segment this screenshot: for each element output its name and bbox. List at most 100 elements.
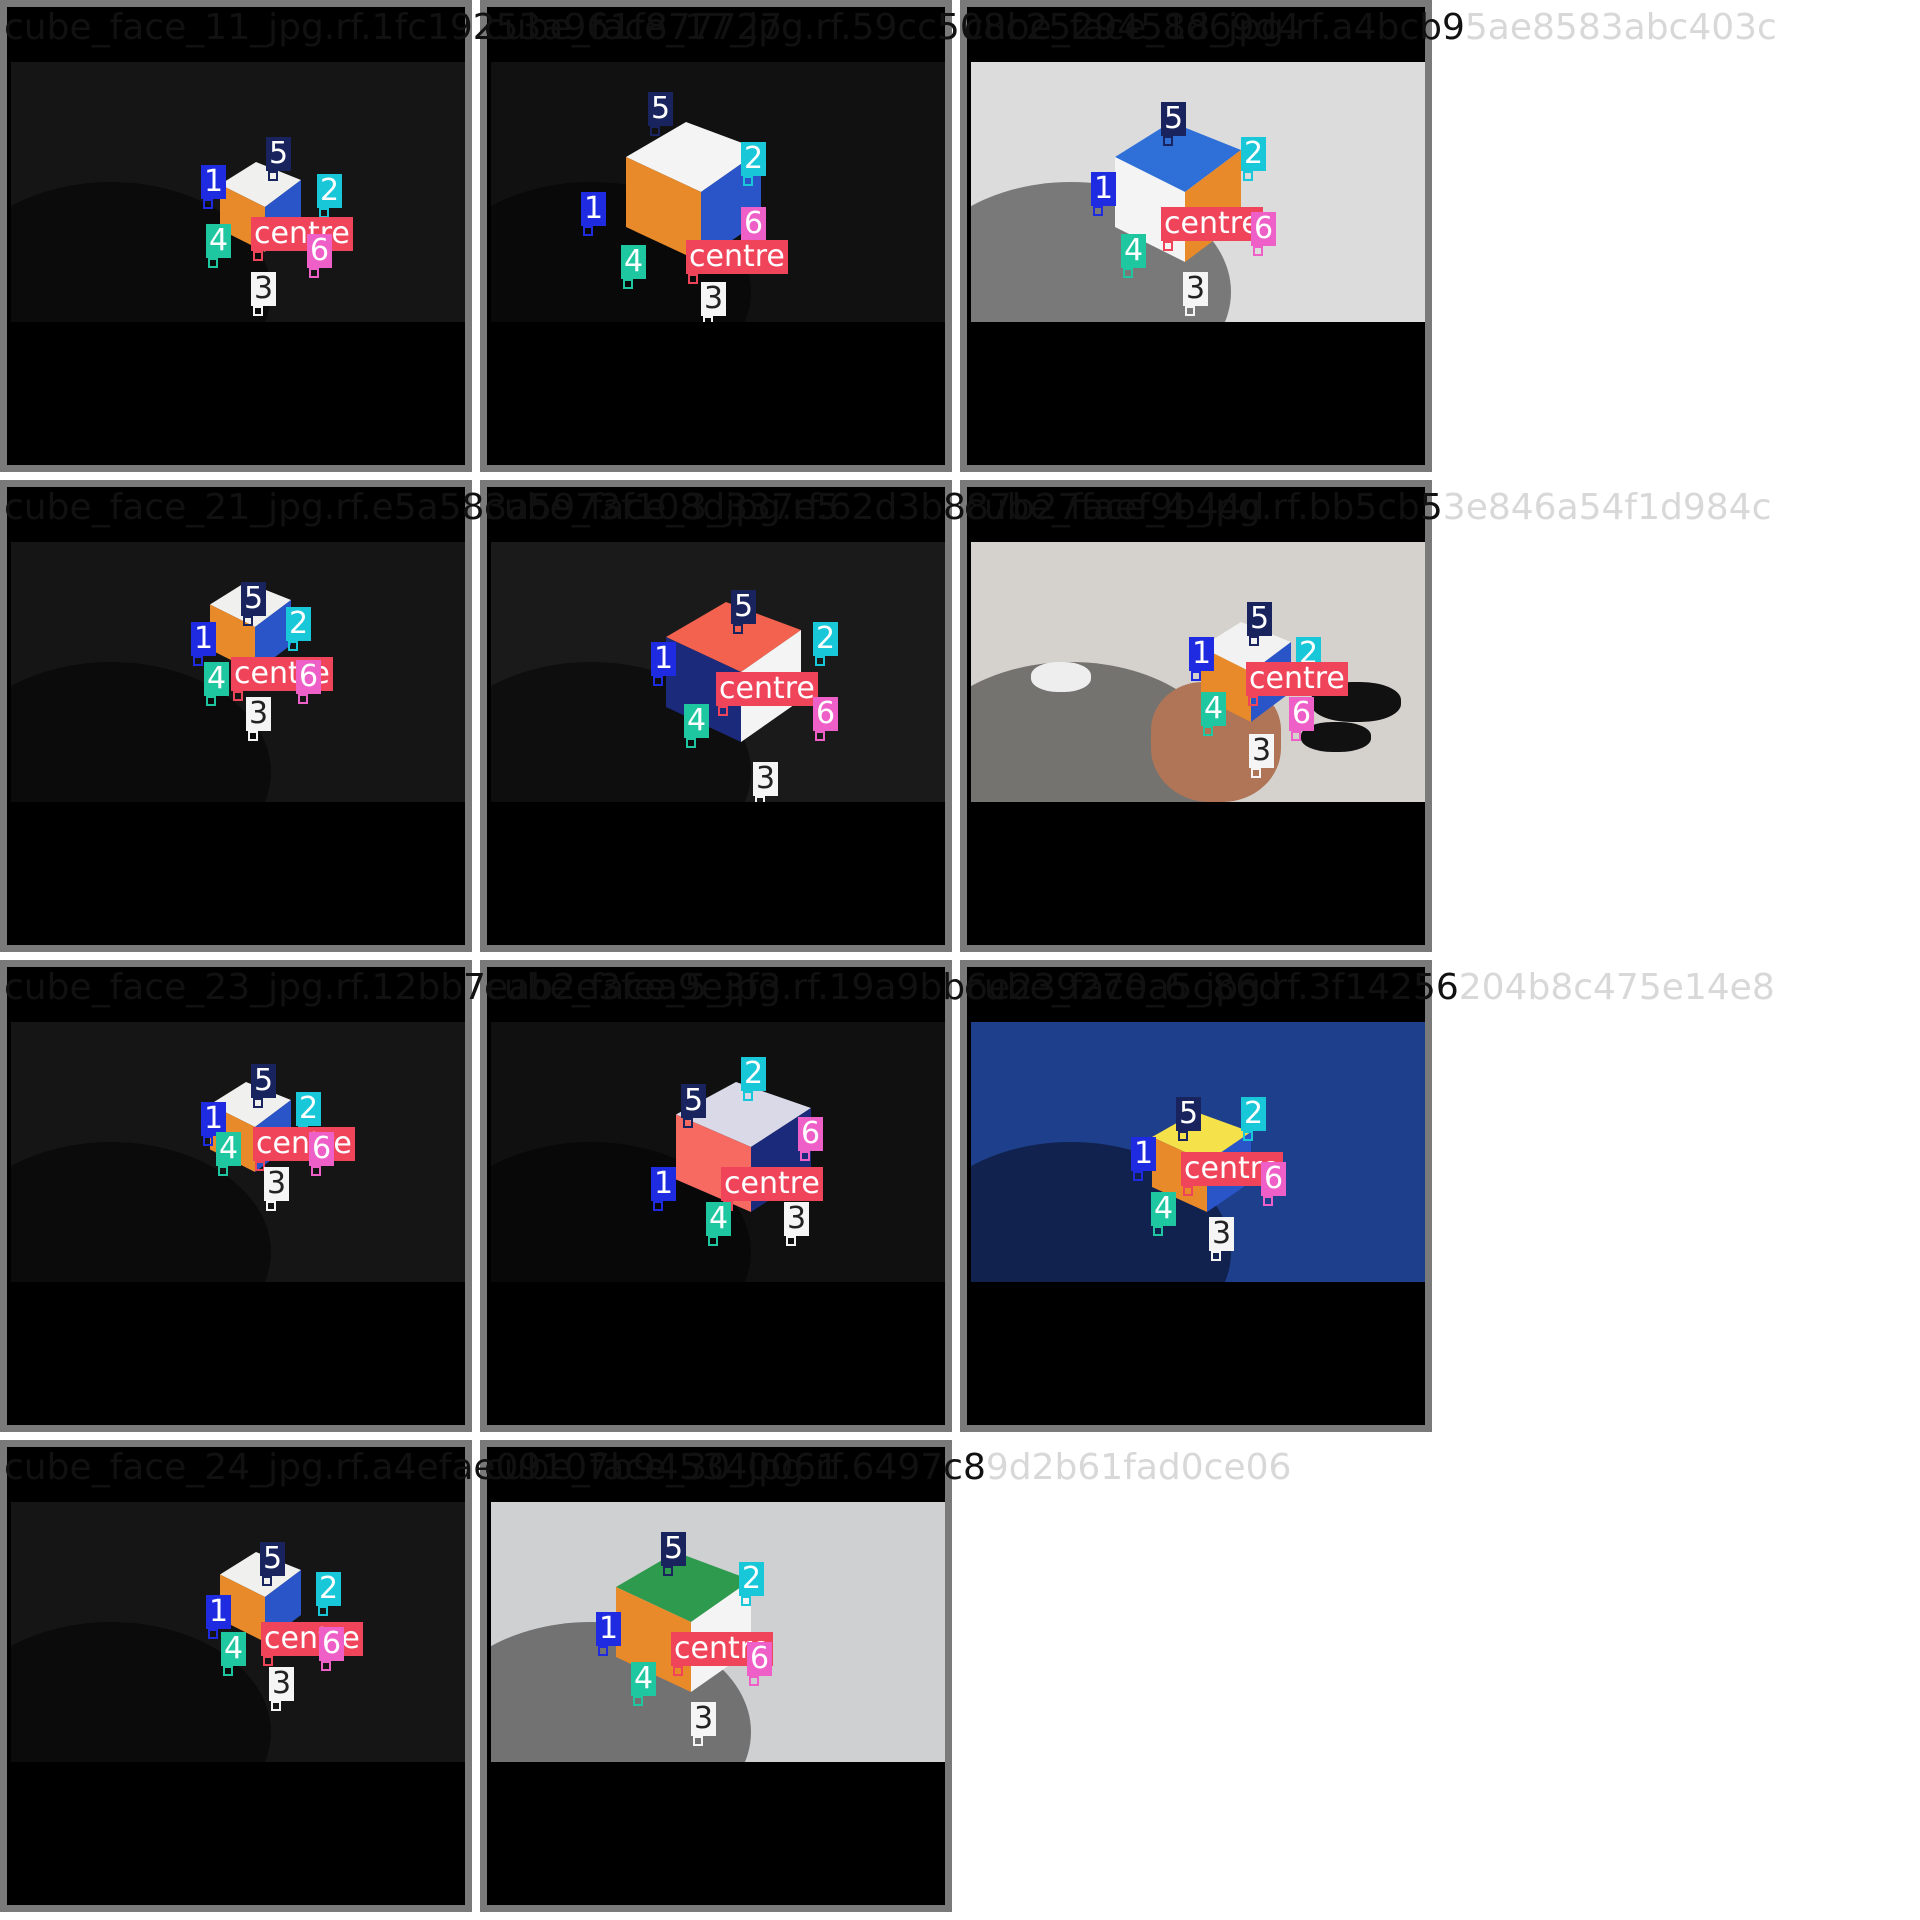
detection-label-two: 2	[316, 1572, 342, 1606]
detection-box	[800, 1151, 810, 1161]
detection-box	[1243, 1131, 1253, 1141]
detection-box	[743, 176, 753, 186]
detection-box	[208, 258, 218, 268]
image-tile: 5 2 1 centre 6 4 3 cube_face_30_jpg.rf.6497c89d…	[480, 1440, 1291, 1912]
detection-label-four: 4	[684, 704, 710, 738]
detection-label-six: 6	[296, 660, 322, 694]
detection-label-one: 1	[1189, 637, 1215, 671]
detection-label-three: 3	[784, 1202, 810, 1236]
detection-label-four: 4	[1151, 1192, 1177, 1226]
detection-box	[1263, 1196, 1273, 1206]
detection-box	[288, 641, 298, 651]
detection-label-centre: centre	[716, 672, 818, 706]
tile-frame: 5 2 1 centre 6 4 3	[487, 487, 945, 945]
letterbox-bar	[7, 322, 465, 465]
filename-overflow: 9d2b61fad0ce06	[985, 1447, 1292, 1488]
letterbox-bar	[487, 322, 945, 465]
detection-box	[683, 1118, 693, 1128]
detection-label-centre: centre	[1161, 207, 1263, 241]
detection-label-six: 6	[747, 1642, 773, 1676]
detection-box	[253, 251, 263, 261]
detection-box	[653, 1201, 663, 1211]
detection-label-centre: centre	[686, 240, 788, 274]
detection-box	[1183, 1186, 1193, 1196]
detection-label-six: 6	[813, 697, 839, 731]
tile-frame: 5 1 2 centre 4 6 3	[7, 7, 465, 465]
tile-frame: 2 5 6 1 centre 3 4	[487, 967, 945, 1425]
detection-box	[298, 694, 308, 704]
detection-label-two: 2	[741, 142, 767, 176]
detection-box	[633, 1696, 643, 1706]
detection-box	[663, 1566, 673, 1576]
detection-label-five: 5	[731, 590, 757, 624]
detection-label-four: 4	[1121, 234, 1147, 268]
image-tile: 5 1 2 centre 4 6 3 cube_face_4_jpg.rf.bb5cb53e8…	[960, 480, 1771, 952]
detection-label-two: 2	[286, 607, 312, 641]
detection-label-three: 3	[1249, 734, 1275, 768]
tile-frame: 5 2 1 centre 6 4 3	[967, 7, 1425, 465]
detection-box	[708, 1236, 718, 1246]
letterbox-bar	[967, 802, 1425, 945]
tile-frame: 5 1 2 centre 4 6 3	[967, 487, 1425, 945]
detection-label-two: 2	[296, 1092, 322, 1126]
detection-label-six: 6	[307, 234, 333, 268]
detection-label-three: 3	[251, 272, 277, 306]
cube-photo: 5 2 1 centre 6 4 3	[491, 542, 945, 802]
detection-box	[1163, 241, 1173, 251]
image-tile: 5 2 1 6 centre 4 3 cube_face_17_jpg.rf.59cc508c…	[480, 0, 1300, 472]
detection-label-five: 5	[681, 1084, 707, 1118]
detection-box	[686, 738, 696, 748]
detection-box	[1249, 636, 1259, 646]
detection-box	[653, 676, 663, 686]
detection-label-two: 2	[813, 622, 839, 656]
detection-label-three: 3	[1209, 1217, 1235, 1251]
detection-box	[311, 1166, 321, 1176]
detection-label-six: 6	[1251, 212, 1277, 246]
detection-label-two: 2	[739, 1562, 765, 1596]
detection-box	[815, 656, 825, 666]
tile-frame: 5 2 1 6 centre 4 3	[487, 7, 945, 465]
detection-box	[248, 731, 258, 741]
cube-photo: 5 2 1 centre 6 4 3	[971, 1022, 1425, 1282]
detection-box	[1253, 246, 1263, 256]
letterbox-bar	[487, 1282, 945, 1425]
tile-frame: 5 2 1 centre 6 4 3	[967, 967, 1425, 1425]
detection-box	[749, 1676, 759, 1686]
detection-label-five: 5	[241, 582, 267, 616]
detection-box	[1291, 731, 1301, 741]
detection-label-six: 6	[1289, 697, 1315, 731]
letterbox-bar	[967, 1282, 1425, 1425]
detection-box	[253, 306, 263, 316]
cube-photo: 5 2 1 centre 4 6 3	[11, 1022, 465, 1282]
detection-box	[203, 1136, 213, 1146]
detection-box	[233, 691, 243, 701]
detection-label-four: 4	[221, 1632, 247, 1666]
detection-label-four: 4	[621, 245, 647, 279]
detection-box	[733, 624, 743, 634]
detection-label-five: 5	[266, 137, 292, 171]
cube-photo: 2 5 6 1 centre 3 4	[491, 1022, 945, 1282]
tile-frame: 5 2 1 4 centre 6 3	[7, 487, 465, 945]
detection-box	[203, 199, 213, 209]
letterbox-bar	[487, 1762, 945, 1905]
detection-box	[815, 731, 825, 741]
detection-box	[703, 316, 713, 322]
detection-label-centre: centre	[1246, 662, 1348, 696]
letterbox-bar	[967, 322, 1425, 465]
detection-label-six: 6	[798, 1117, 824, 1151]
detection-box	[1191, 671, 1201, 681]
letterbox-bar	[487, 802, 945, 945]
filename-overflow: 204b8c475e14e8	[1458, 967, 1775, 1008]
detection-label-one: 1	[206, 1595, 232, 1629]
image-tile: 5 2 1 centre 6 4 3 cube_face_18_jpg.rf.a4bcb95a…	[960, 0, 1777, 472]
detection-label-four: 4	[706, 1202, 732, 1236]
detection-label-six: 6	[319, 1627, 345, 1661]
detection-box	[1248, 696, 1258, 706]
cube-photo: 5 2 1 4 centre 6 3	[11, 542, 465, 802]
detection-label-four: 4	[216, 1132, 242, 1166]
detection-label-five: 5	[648, 92, 674, 126]
cube-photo: 5 1 2 centre 4 6 3	[11, 62, 465, 322]
detection-label-six: 6	[1261, 1162, 1287, 1196]
slipper	[1031, 662, 1091, 692]
cube-photo: 5 2 1 centre 6 4 3	[11, 1502, 465, 1762]
